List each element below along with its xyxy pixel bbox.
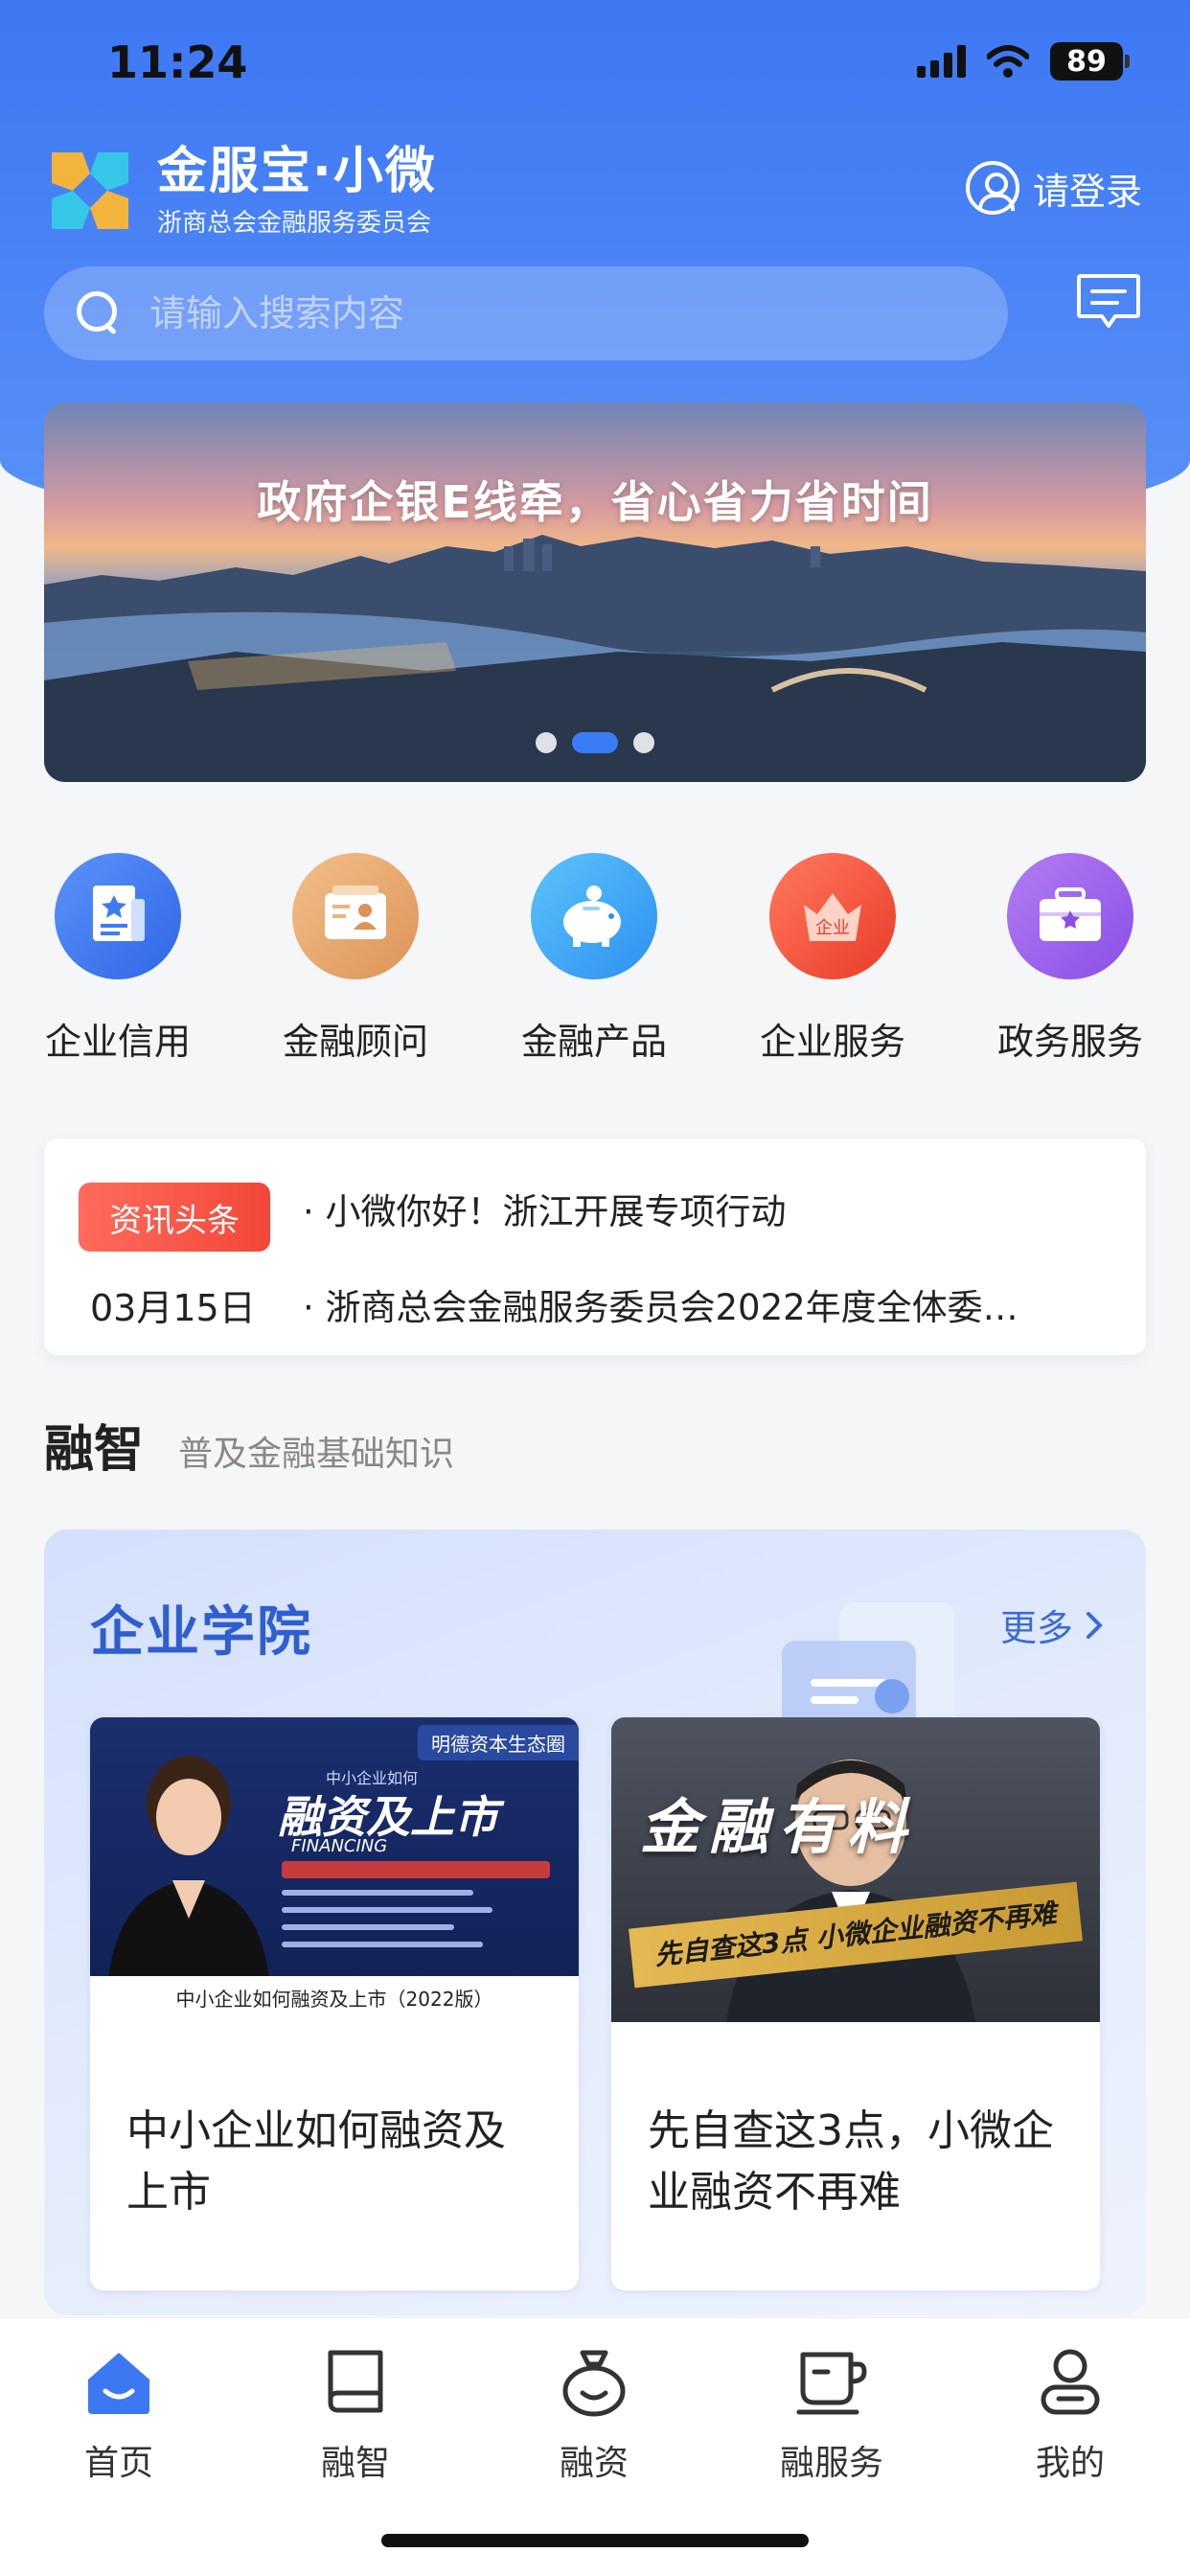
briefcase-icon (1007, 853, 1133, 979)
thumb-en: FINANCING (291, 1836, 388, 1856)
pagination-dot[interactable] (536, 732, 557, 753)
tab-rongzhi[interactable]: 融智 (260, 2343, 451, 2485)
home-icon (88, 2353, 149, 2414)
book-icon (328, 2350, 383, 2413)
promo-banner[interactable]: 政府企银E线牵，省心省力省时间 (44, 402, 1146, 782)
tab-label: 融服务 (779, 2444, 883, 2483)
more-link[interactable]: 更多 (1000, 1598, 1104, 1651)
tab-home[interactable]: 首页 (23, 2343, 215, 2485)
message-icon[interactable] (1075, 272, 1142, 335)
news-date: 03月15日 (90, 1287, 256, 1329)
profile-icon (1041, 2349, 1100, 2415)
battery-icon: 89 (1050, 42, 1130, 80)
course-card[interactable]: 明德资本生态圈 中小企业如何 融资及上市 FINANCING 中小企业如何融资及… (90, 1717, 579, 2290)
chevron-right-icon (1087, 1611, 1103, 1639)
brand-title: 金服宝·小微 (157, 143, 437, 200)
course-thumbnail: 金融有料 先自查这3点 小微企业融资不再难 (611, 1717, 1100, 2022)
tab-mine[interactable]: 我的 (974, 2343, 1166, 2485)
status-icons: 89 (917, 42, 1130, 80)
thumb-brand: 明德资本生态圈 (418, 1725, 579, 1760)
search-bar[interactable] (44, 266, 1008, 360)
crown-icon: 企业 (769, 853, 896, 979)
login-button[interactable]: 请登录 (965, 161, 1142, 215)
quick-action-financial-advisor[interactable]: 金融顾问 (250, 853, 461, 1065)
quick-actions: 企业信用 金融顾问 金融产品 企业 企业服务 政务服务 (0, 853, 1190, 1064)
quick-action-label: 企业服务 (759, 1021, 905, 1063)
quick-action-label: 企业信用 (44, 1021, 191, 1063)
advisor-icon (292, 853, 419, 979)
thumb-headline: 金融有料 (640, 1792, 917, 1862)
thumb-bullets (282, 1861, 550, 1947)
tab-label: 融资 (559, 2444, 629, 2483)
quick-action-government-services[interactable]: 政务服务 (965, 853, 1176, 1065)
tab-rongzi[interactable]: 融资 (498, 2343, 690, 2485)
more-label: 更多 (999, 1607, 1073, 1649)
tab-label: 我的 (1035, 2444, 1105, 2483)
brand-subtitle: 浙商总会金融服务委员会 (157, 209, 432, 238)
credit-icon (55, 853, 181, 979)
brand-logo-icon (52, 151, 128, 229)
quick-action-label: 政务服务 (996, 1021, 1143, 1063)
home-indicator[interactable] (381, 2534, 809, 2547)
money-bag-icon (562, 2350, 626, 2417)
course-card[interactable]: 金融有料 先自查这3点 小微企业融资不再难 先自查这3点，小微企业融资不再难 (611, 1717, 1100, 2290)
quick-action-label: 金融顾问 (282, 1021, 428, 1063)
cellular-signal-icon (917, 45, 966, 78)
login-label: 请登录 (1032, 170, 1142, 213)
svg-text:企业: 企业 (815, 918, 850, 938)
news-ticker[interactable]: 资讯头条 03月15日 · 小微你好！浙江开展专项行动 · 浙商总会金融服务委员… (44, 1138, 1146, 1355)
thumb-caption: 中小企业如何融资及上市（2022版） (90, 1976, 579, 2022)
news-item[interactable]: · 浙商总会金融服务委员会2022年度全体委… (303, 1278, 1117, 1330)
piggy-bank-icon (531, 853, 657, 979)
status-time: 11:24 (107, 36, 248, 88)
quick-action-enterprise-services[interactable]: 企业 企业服务 (727, 853, 938, 1065)
banner-cityscape-image (44, 535, 1146, 782)
user-icon (965, 161, 1019, 215)
quick-action-label: 金融产品 (520, 1021, 667, 1063)
course-title: 中小企业如何融资及上市 (126, 2106, 506, 2217)
section-subtitle: 普及金融基础知识 (178, 1435, 455, 1474)
academy-title: 企业学院 (90, 1601, 312, 1664)
banner-pagination (44, 732, 1146, 753)
brand: 金服宝·小微 浙商总会金融服务委员会 (44, 142, 437, 239)
tab-label: 融智 (320, 2444, 390, 2483)
news-badge: 资讯头条 (79, 1183, 270, 1252)
wifi-icon (987, 45, 1029, 78)
section-title: 融智 (44, 1421, 145, 1479)
search-input[interactable] (149, 292, 973, 334)
status-bar: 11:24 89 (0, 0, 1190, 134)
pagination-dot-active[interactable] (572, 732, 618, 753)
enterprise-academy: 企业学院 更多 明德资本生态圈 中小企业如何 融资及上市 FINANCING 中… (44, 1530, 1146, 2315)
course-title: 先自查这3点，小微企业融资不再难 (648, 2106, 1054, 2217)
quick-action-financial-products[interactable]: 金融产品 (489, 853, 699, 1065)
quick-action-enterprise-credit[interactable]: 企业信用 (12, 853, 223, 1065)
tab-label: 首页 (83, 2444, 153, 2483)
cup-icon (796, 2352, 867, 2415)
pagination-dot[interactable] (633, 732, 654, 753)
search-icon (77, 291, 121, 335)
course-thumbnail: 明德资本生态圈 中小企业如何 融资及上市 FINANCING 中小企业如何融资及… (90, 1717, 579, 2022)
news-item[interactable]: · 小微你好！浙江开展专项行动 (303, 1183, 1117, 1234)
tab-rongfuwu[interactable]: 融服务 (736, 2343, 927, 2485)
banner-title: 政府企银E线牵，省心省力省时间 (257, 476, 933, 528)
